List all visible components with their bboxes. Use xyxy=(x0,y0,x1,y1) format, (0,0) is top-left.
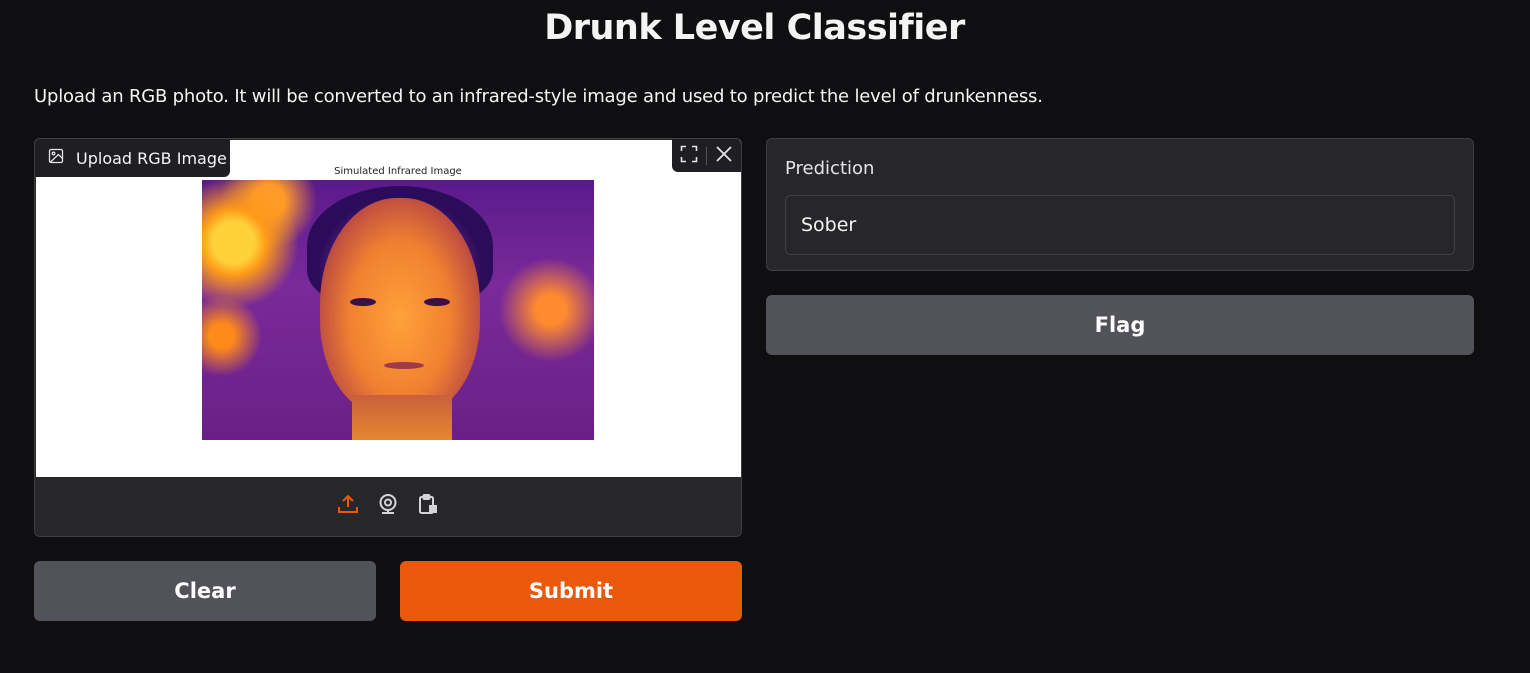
close-icon[interactable] xyxy=(715,145,733,167)
prediction-label: Prediction xyxy=(785,158,875,179)
clear-button[interactable]: Clear xyxy=(34,561,376,621)
image-input-label: Upload RGB Image xyxy=(35,139,230,177)
page-title: Drunk Level Classifier xyxy=(544,8,965,48)
page-description: Upload an RGB photo. It will be converte… xyxy=(34,86,1043,107)
image-tools xyxy=(672,139,741,172)
webcam-icon[interactable] xyxy=(377,493,399,519)
flag-button[interactable]: Flag xyxy=(766,295,1474,355)
image-icon xyxy=(48,148,64,168)
image-input-panel: Simulated Infrared Image Upload RGB Imag… xyxy=(34,138,742,537)
clipboard-icon[interactable] xyxy=(417,493,439,519)
image-preview: Simulated Infrared Image xyxy=(36,140,741,477)
infrared-image xyxy=(202,180,594,440)
fullscreen-icon[interactable] xyxy=(680,145,698,167)
tools-divider xyxy=(706,146,707,165)
image-input-label-text: Upload RGB Image xyxy=(76,148,227,168)
submit-button[interactable]: Submit xyxy=(400,561,742,621)
upload-icon[interactable] xyxy=(337,493,359,519)
prediction-panel: Prediction Sober xyxy=(766,138,1474,271)
prediction-output-field[interactable]: Sober xyxy=(785,195,1455,255)
image-source-bar xyxy=(35,476,741,536)
